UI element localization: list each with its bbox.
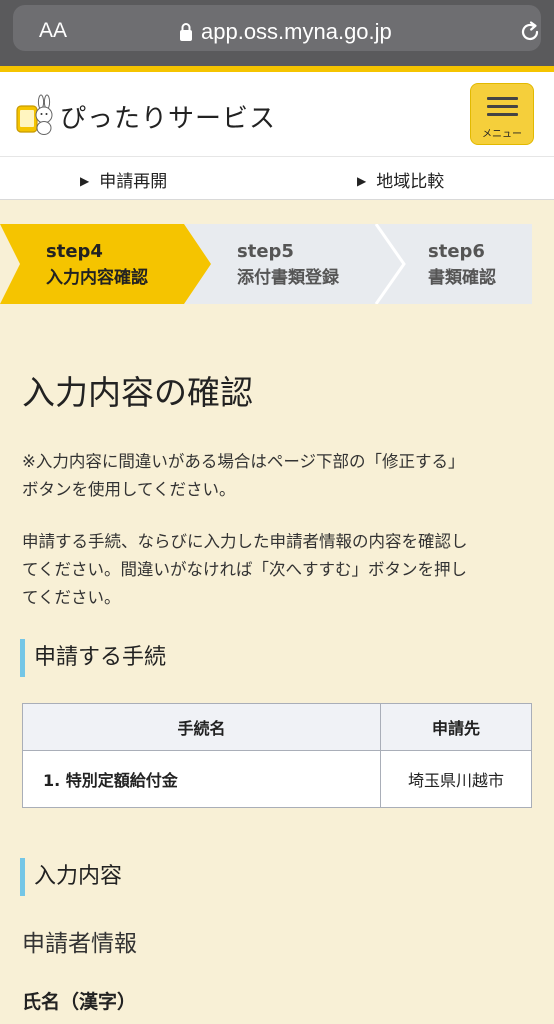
- procedure-table: 手続名 申請先 1. 特別定額給付金 埼玉県川越市: [22, 703, 532, 808]
- column-header-destination: 申請先: [380, 703, 532, 751]
- region-compare-link[interactable]: ▶ 地域比較: [357, 167, 444, 192]
- column-header-procedure: 手続名: [22, 703, 381, 751]
- section-heading-input: 入力内容: [20, 858, 122, 896]
- page-title: 入力内容の確認: [22, 373, 253, 412]
- field-label-name-kanji: 氏名（漢字）: [22, 991, 137, 1013]
- site-header: ぴったりサービス メニュー: [0, 72, 554, 156]
- site-logo-text[interactable]: ぴったりサービス: [60, 98, 276, 135]
- step-progress: step4 入力内容確認 step5 添付書類登録 step6 書類確認: [0, 224, 554, 304]
- section-heading-procedure: 申請する手続: [20, 639, 166, 677]
- triangle-right-icon: ▶: [80, 174, 90, 188]
- menu-button[interactable]: メニュー: [470, 83, 534, 145]
- hamburger-icon: [487, 105, 518, 108]
- applicant-info-heading: 申請者情報: [22, 931, 137, 957]
- table-header-row: 手続名 申請先: [22, 703, 532, 751]
- hamburger-icon: [487, 97, 518, 100]
- step-4-current: step4 入力内容確認: [46, 241, 148, 288]
- resume-application-link[interactable]: ▶ 申請再開: [80, 167, 167, 192]
- address-bar[interactable]: AA app.oss.myna.go.jp: [13, 5, 541, 51]
- menu-label: メニュー: [482, 129, 522, 140]
- confirm-instructions: 申請する手続、ならびに入力した申請者情報の内容を確認し てください。間違いがなけ…: [22, 532, 468, 607]
- rabbit-logo-icon[interactable]: [16, 94, 54, 136]
- browser-toolbar: AA app.oss.myna.go.jp: [0, 0, 554, 66]
- triangle-right-icon: ▶: [357, 174, 367, 188]
- procedure-name-cell: 1. 特別定額給付金: [22, 750, 381, 808]
- reader-settings-button[interactable]: AA: [39, 19, 67, 43]
- sub-navigation: ▶ 申請再開 ▶ 地域比較: [0, 156, 554, 200]
- step-6: step6 書類確認: [428, 241, 496, 288]
- reload-icon[interactable]: [518, 20, 542, 44]
- hamburger-icon: [487, 113, 518, 116]
- step-5: step5 添付書類登録: [237, 241, 339, 288]
- correction-note: ※入力内容に間違いがある場合はページ下部の「修正する」 ボタンを使用してください…: [22, 452, 465, 499]
- table-row: 1. 特別定額給付金 埼玉県川越市: [22, 750, 532, 808]
- url-text[interactable]: app.oss.myna.go.jp: [201, 19, 392, 45]
- lock-icon: [180, 23, 192, 41]
- destination-cell: 埼玉県川越市: [380, 750, 532, 808]
